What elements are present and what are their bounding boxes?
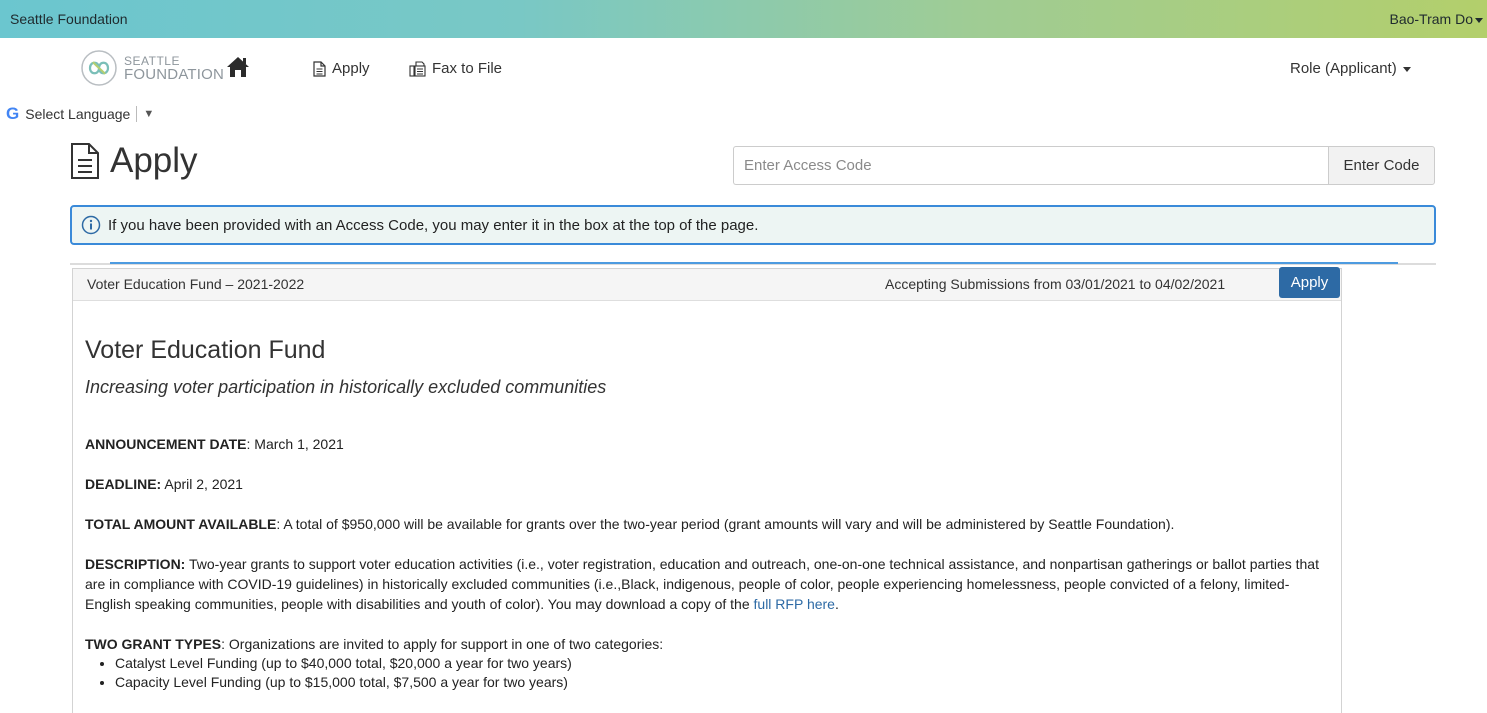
- info-alert: If you have been provided with an Access…: [70, 205, 1436, 245]
- google-translate-selector[interactable]: G Select Language ▼: [6, 104, 154, 124]
- enter-code-button[interactable]: Enter Code: [1328, 146, 1435, 185]
- fax-icon: [409, 60, 426, 77]
- page-title: Apply: [70, 141, 198, 181]
- announcement-date: ANNOUNCEMENT DATE: March 1, 2021: [85, 436, 344, 452]
- seattle-foundation-logo[interactable]: SEATTLE FOUNDATION: [80, 50, 224, 86]
- info-icon: [81, 215, 101, 235]
- page-title-text: Apply: [110, 141, 198, 180]
- divider: [136, 106, 138, 122]
- access-code-input[interactable]: [733, 146, 1328, 185]
- submission-window: Accepting Submissions from 03/01/2021 to…: [885, 276, 1226, 292]
- list-item: Catalyst Level Funding (up to $40,000 to…: [115, 654, 1329, 673]
- opportunity-body: Voter Education Fund Increasing voter pa…: [73, 336, 1341, 692]
- list-item: Capacity Level Funding (up to $15,000 to…: [115, 673, 1329, 692]
- nav-fax-to-file-link[interactable]: Fax to File: [409, 60, 502, 77]
- org-name: Seattle Foundation: [10, 11, 128, 27]
- logo-wordmark: SEATTLE FOUNDATION: [124, 53, 225, 83]
- top-bar: Seattle Foundation Bao-Tram Do: [0, 0, 1487, 38]
- google-g-icon: G: [6, 104, 20, 123]
- caret-down-icon: [1475, 17, 1483, 23]
- logo-mark-icon: [81, 50, 117, 86]
- dropdown-arrow-icon: ▼: [143, 108, 155, 120]
- select-language-label: Select Language: [25, 106, 131, 122]
- full-rfp-link[interactable]: full RFP here: [754, 596, 835, 612]
- opportunity-card-header: Voter Education Fund – 2021-2022 Accepti…: [73, 267, 1341, 301]
- opportunity-name: Voter Education Fund – 2021-2022: [87, 276, 305, 292]
- grant-types: TWO GRANT TYPES: Organizations are invit…: [85, 636, 664, 652]
- grant-types-list: Catalyst Level Funding (up to $40,000 to…: [115, 654, 1329, 692]
- divider: [110, 262, 1398, 264]
- home-icon[interactable]: [224, 53, 252, 81]
- info-alert-text: If you have been provided with an Access…: [108, 216, 759, 234]
- caret-down-icon: [1402, 66, 1411, 72]
- nav-fax-label: Fax to File: [432, 60, 503, 77]
- user-menu[interactable]: Bao-Tram Do: [1389, 11, 1483, 27]
- access-code-form: Enter Code: [733, 146, 1435, 185]
- opportunity-card: Voter Education Fund – 2021-2022 Accepti…: [72, 267, 1342, 713]
- deadline: DEADLINE: April 2, 2021: [85, 476, 243, 492]
- role-label: Role (Applicant): [1290, 60, 1397, 77]
- apply-button[interactable]: Apply: [1279, 267, 1340, 298]
- nav-apply-label: Apply: [332, 60, 370, 77]
- total-amount: TOTAL AMOUNT AVAILABLE: A total of $950,…: [85, 516, 1175, 532]
- opportunity-subheading: Increasing voter participation in histor…: [85, 377, 607, 397]
- role-dropdown[interactable]: Role (Applicant): [1290, 60, 1411, 77]
- main-navbar: SEATTLE FOUNDATION Apply Fax to File Rol…: [0, 38, 1487, 100]
- document-icon: [313, 60, 326, 77]
- user-name: Bao-Tram Do: [1389, 11, 1473, 27]
- opportunity-heading: Voter Education Fund: [85, 336, 326, 364]
- document-icon: [71, 143, 99, 179]
- nav-apply-link[interactable]: Apply: [313, 60, 370, 77]
- description: DESCRIPTION: Two-year grants to support …: [85, 556, 1319, 612]
